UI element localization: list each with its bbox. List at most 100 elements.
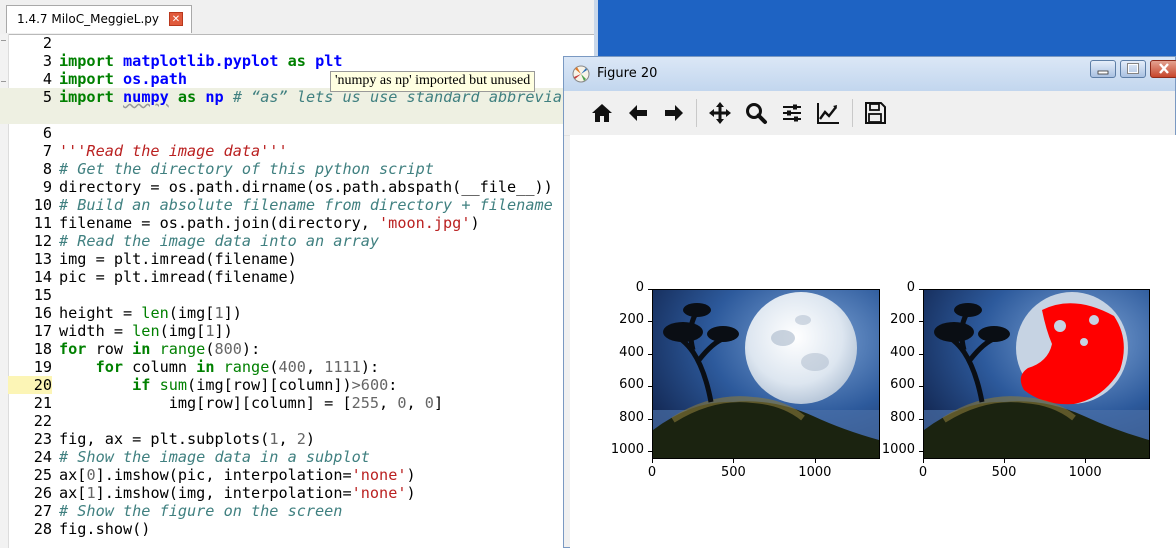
code-line[interactable]: 23 fig, ax = plt.subplots(1, 2) — [0, 430, 594, 448]
x-tick-mark — [652, 459, 653, 463]
code-line[interactable]: 25 ax[0].imshow(pic, interpolation='none'… — [0, 466, 594, 484]
save-icon[interactable] — [861, 99, 889, 127]
minimize-button[interactable] — [1090, 60, 1116, 78]
subplots-config-icon[interactable] — [778, 99, 806, 127]
line-number: 12 — [33, 232, 52, 250]
moon-image — [653, 290, 879, 458]
toolbar-separator — [696, 99, 697, 127]
desktop-background — [594, 0, 1176, 58]
line-number: 26 — [33, 484, 52, 502]
figure-toolbar — [564, 91, 1175, 136]
y-tick-mark — [919, 386, 923, 388]
maximize-button[interactable] — [1120, 60, 1146, 78]
y-tick-label: 200 — [619, 312, 644, 328]
x-tick-label: 0 — [647, 465, 657, 480]
code-editor[interactable]: 1.4.7 MiloC_MeggieL.py ✕ 2 3 import matpl… — [0, 0, 594, 548]
y-tick-label: 1000 — [610, 441, 644, 457]
back-arrow-icon[interactable] — [624, 99, 652, 127]
x-tick-mark — [1004, 459, 1006, 463]
y-tick-mark — [648, 321, 652, 323]
code-line[interactable]: 14 pic = plt.imread(filename) — [0, 268, 594, 286]
y-tick-label: 600 — [619, 377, 644, 393]
close-window-button[interactable] — [1150, 60, 1176, 78]
code-line[interactable]: 26 ax[1].imshow(img, interpolation='none'… — [0, 484, 594, 502]
minimize-icon — [1097, 70, 1109, 75]
code-line[interactable]: 22 — [0, 412, 594, 430]
y-tick-mark — [648, 418, 652, 420]
code-line[interactable]: 28 fig.show() — [0, 520, 594, 538]
title-bar[interactable]: Figure 20 — [564, 57, 1176, 91]
y-tick-label: 400 — [890, 344, 915, 360]
y-tick-label: 800 — [890, 409, 915, 425]
code-line[interactable]: 8 # Get the directory of this python scri… — [0, 160, 594, 178]
subplot-original[interactable] — [652, 289, 880, 459]
line-number: 3 — [42, 52, 52, 70]
x-tick-label: 500 — [991, 465, 1017, 480]
code-line[interactable]: 18 for row in range(800): — [0, 340, 594, 358]
matplotlib-icon — [572, 65, 590, 83]
code-line-warning[interactable]: 5 import numpy as np # “as” lets us use s… — [0, 88, 594, 124]
close-icon[interactable]: ✕ — [169, 12, 183, 26]
edit-axes-icon[interactable] — [814, 99, 842, 127]
code-line[interactable]: 24 # Show the image data in a subplot — [0, 448, 594, 466]
y-tick-mark — [648, 450, 652, 452]
code-line[interactable]: 9 directory = os.path.dirname(os.path.abs… — [0, 178, 594, 196]
line-number: 18 — [33, 340, 52, 358]
line-number: 23 — [33, 430, 52, 448]
figure-canvas[interactable]: 0 500 1000 0 200 400 600 800 1000 0 500 1000 0 200 400… — [570, 135, 1176, 549]
code-line[interactable]: 19 for column in range(400, 1111): — [0, 358, 594, 376]
line-number: 9 — [42, 178, 52, 196]
pan-icon[interactable] — [706, 99, 734, 127]
code-line-current[interactable]: 20 if sum(img[row][column])>600: — [0, 376, 594, 394]
line-number: 25 — [33, 466, 52, 484]
code-line[interactable]: 12 # Read the image data into an array — [0, 232, 594, 250]
code-line[interactable]: 17 width = len(img[1]) — [0, 322, 594, 340]
code-line[interactable]: 10 # Build an absolute filename from dire… — [0, 196, 594, 214]
home-icon[interactable] — [588, 99, 616, 127]
y-tick-label: 600 — [890, 377, 915, 393]
moon-image-red — [924, 290, 1149, 458]
y-tick-mark — [919, 289, 923, 290]
maximize-icon — [1127, 63, 1139, 74]
code-line[interactable]: 27 # Show the figure on the screen — [0, 502, 594, 520]
code-line[interactable]: 7 '''Read the image data''' — [0, 142, 594, 160]
line-number: 5 — [42, 88, 52, 106]
x-tick-mark — [923, 459, 924, 463]
editor-tab[interactable]: 1.4.7 MiloC_MeggieL.py ✕ — [6, 5, 192, 33]
figure-window[interactable]: Figure 20 0 500 1000 0 200 400 600 800 1… — [563, 56, 1176, 549]
code-line[interactable]: 3 import matplotlib.pyplot as plt — [0, 52, 594, 70]
line-number: 16 — [33, 304, 52, 322]
line-number: 14 — [33, 268, 52, 286]
tab-title: 1.4.7 MiloC_MeggieL.py — [17, 12, 159, 26]
code-line[interactable]: 13 img = plt.imread(filename) — [0, 250, 594, 268]
code-line[interactable]: 15 — [0, 286, 594, 304]
y-tick-label: 1000 — [881, 441, 915, 457]
y-tick-mark — [919, 353, 923, 355]
subplot-modified[interactable] — [923, 289, 1150, 459]
line-number: 10 — [33, 196, 52, 214]
line-number: 27 — [33, 502, 52, 520]
code-line[interactable]: 16 height = len(img[1]) — [0, 304, 594, 322]
code-line[interactable]: 6 — [0, 124, 594, 142]
y-tick-mark — [648, 386, 652, 388]
code-line[interactable]: 2 — [0, 34, 594, 52]
zoom-icon[interactable] — [742, 99, 770, 127]
y-tick-label: 400 — [619, 344, 644, 360]
toolbar-separator — [852, 99, 853, 127]
line-number: 7 — [42, 142, 52, 160]
line-number: 13 — [33, 250, 52, 268]
line-number: 15 — [33, 286, 52, 304]
lint-tooltip: 'numpy as np' imported but unused — [330, 71, 536, 92]
x-tick-mark — [814, 459, 816, 463]
code-lines[interactable]: 2 3 import matplotlib.pyplot as plt 4 impo… — [0, 34, 594, 538]
line-number: 28 — [33, 520, 52, 538]
line-number: 17 — [33, 322, 52, 340]
forward-arrow-icon[interactable] — [660, 99, 688, 127]
y-tick-mark — [919, 321, 923, 323]
code-line[interactable]: 21 img[row][column] = [255, 0, 0] — [0, 394, 594, 412]
y-tick-label: 0 — [906, 280, 915, 295]
line-number: 6 — [42, 124, 52, 142]
x-tick-label: 1000 — [798, 465, 832, 480]
line-number: 20 — [8, 376, 52, 394]
code-line[interactable]: 11 filename = os.path.join(directory, 'mo… — [0, 214, 594, 232]
